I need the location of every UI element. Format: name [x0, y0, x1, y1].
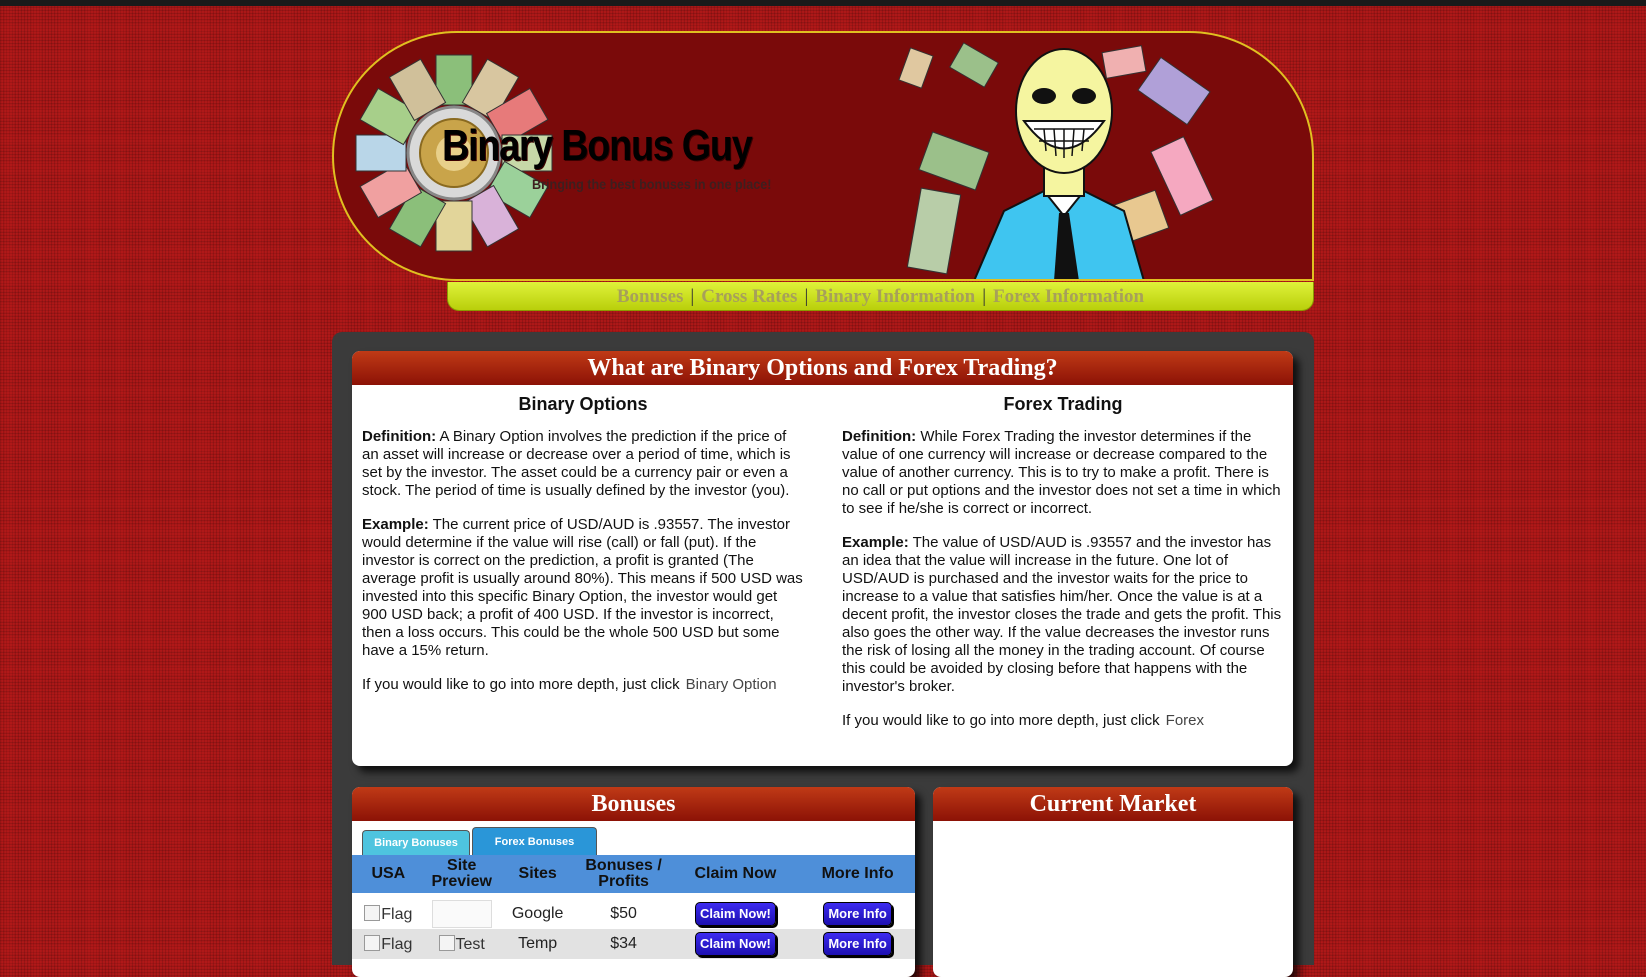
site-preview-image: Test [439, 936, 485, 953]
info-cell: More Info [800, 893, 915, 929]
site-preview-image [431, 900, 492, 928]
forex-example: Example: The value of USD/AUD is .93557 … [842, 534, 1284, 696]
site-cell: Temp [498, 929, 577, 959]
flag-image: Flag [364, 936, 412, 953]
binary-more: If you would like to go into more depth,… [362, 676, 804, 694]
nav-separator: | [982, 286, 987, 307]
mascot-illustration [898, 42, 1214, 279]
info-panel: What are Binary Options and Forex Tradin… [352, 351, 1293, 766]
forex-more-text: If you would like to go into more depth,… [842, 712, 1160, 729]
site-title: Binary Bonus Guy [442, 121, 753, 170]
column-header-usa: USA [352, 855, 425, 893]
forex-more: If you would like to go into more depth,… [842, 712, 1284, 730]
more-info-button[interactable]: More Info [823, 932, 892, 956]
binary-options-column: Binary Options Definition: A Binary Opti… [362, 385, 804, 710]
nav-cross-rates[interactable]: Cross Rates [701, 286, 797, 307]
binary-definition: Definition: A Binary Option involves the… [362, 428, 804, 500]
nav-forex-information[interactable]: Forex Information [993, 286, 1144, 307]
forex-trading-column: Forex Trading Definition: While Forex Tr… [842, 385, 1284, 746]
bonus-cell: $50 [576, 893, 671, 929]
info-panel-title: What are Binary Options and Forex Tradin… [352, 351, 1293, 385]
binary-example-text: The current price of USD/AUD is .93557. … [362, 516, 803, 659]
main-nav: Bonuses | Cross Rates | Binary Information | F… [447, 282, 1314, 311]
definition-label: Definition: [842, 428, 917, 445]
claim-cell: Claim Now! [670, 929, 801, 959]
nav-separator: | [804, 286, 809, 307]
column-header-site-preview: Site Preview [424, 855, 499, 893]
tab-forex-bonuses[interactable]: Forex Bonuses [472, 827, 597, 855]
claim-now-button[interactable]: Claim Now! [695, 902, 776, 926]
site-preview-cell: Test [424, 929, 499, 959]
current-market-panel: Current Market [933, 787, 1293, 977]
info-cell: More Info [800, 929, 915, 959]
flag-cell: Flag [352, 929, 425, 959]
site-cell: Google [498, 893, 577, 929]
column-header-more-info: More Info [800, 855, 915, 893]
forex-definition: Definition: While Forex Trading the inve… [842, 428, 1284, 518]
example-label: Example: [842, 534, 909, 551]
tab-binary-bonuses[interactable]: Binary Bonuses [362, 830, 470, 855]
binary-options-heading: Binary Options [518, 394, 648, 414]
binary-example: Example: The current price of USD/AUD is… [362, 516, 804, 660]
binary-option-link[interactable]: Binary Option [686, 676, 777, 693]
table-header-row: USA Site Preview Sites Bonuses / Profits… [352, 855, 915, 893]
more-info-button[interactable]: More Info [823, 902, 892, 926]
claim-now-button[interactable]: Claim Now! [695, 932, 776, 956]
site-tagline: Bringing the best bonuses in one place! [532, 176, 772, 192]
bonus-table: USA Site Preview Sites Bonuses / Profits… [352, 855, 915, 959]
forex-trading-heading: Forex Trading [1003, 394, 1123, 414]
table-row: Flag Test Temp $34 Claim Now! More Info [352, 929, 915, 959]
bonuses-panel: Bonuses Binary Bonuses Forex Bonuses USA… [352, 787, 915, 977]
binary-more-text: If you would like to go into more depth,… [362, 676, 680, 693]
table-row: Flag Google $50 Claim Now! More Info [352, 893, 915, 929]
bonuses-title: Bonuses [352, 787, 915, 821]
current-market-title: Current Market [933, 787, 1293, 821]
site-header: Binary Bonus Guy Bringing the best bonus… [332, 31, 1314, 281]
definition-label: Definition: [362, 428, 437, 445]
forex-example-text: The value of USD/AUD is .93557 and the i… [842, 534, 1282, 695]
example-label: Example: [362, 516, 429, 533]
bonus-cell: $34 [576, 929, 671, 959]
claim-cell: Claim Now! [670, 893, 801, 929]
nav-bonuses[interactable]: Bonuses [617, 286, 684, 307]
nav-separator: | [690, 286, 695, 307]
forex-link[interactable]: Forex [1166, 712, 1204, 729]
main-content: What are Binary Options and Forex Tradin… [332, 332, 1314, 977]
column-header-sites: Sites [498, 855, 577, 893]
bonus-tabs: Binary Bonuses Forex Bonuses [352, 821, 915, 855]
nav-binary-information[interactable]: Binary Information [815, 286, 975, 307]
site-preview-cell [424, 893, 499, 929]
flag-cell: Flag [352, 893, 425, 929]
column-header-bonuses: Bonuses / Profits [576, 855, 671, 893]
flag-image: Flag [364, 906, 412, 923]
column-header-claim-now: Claim Now [670, 855, 801, 893]
